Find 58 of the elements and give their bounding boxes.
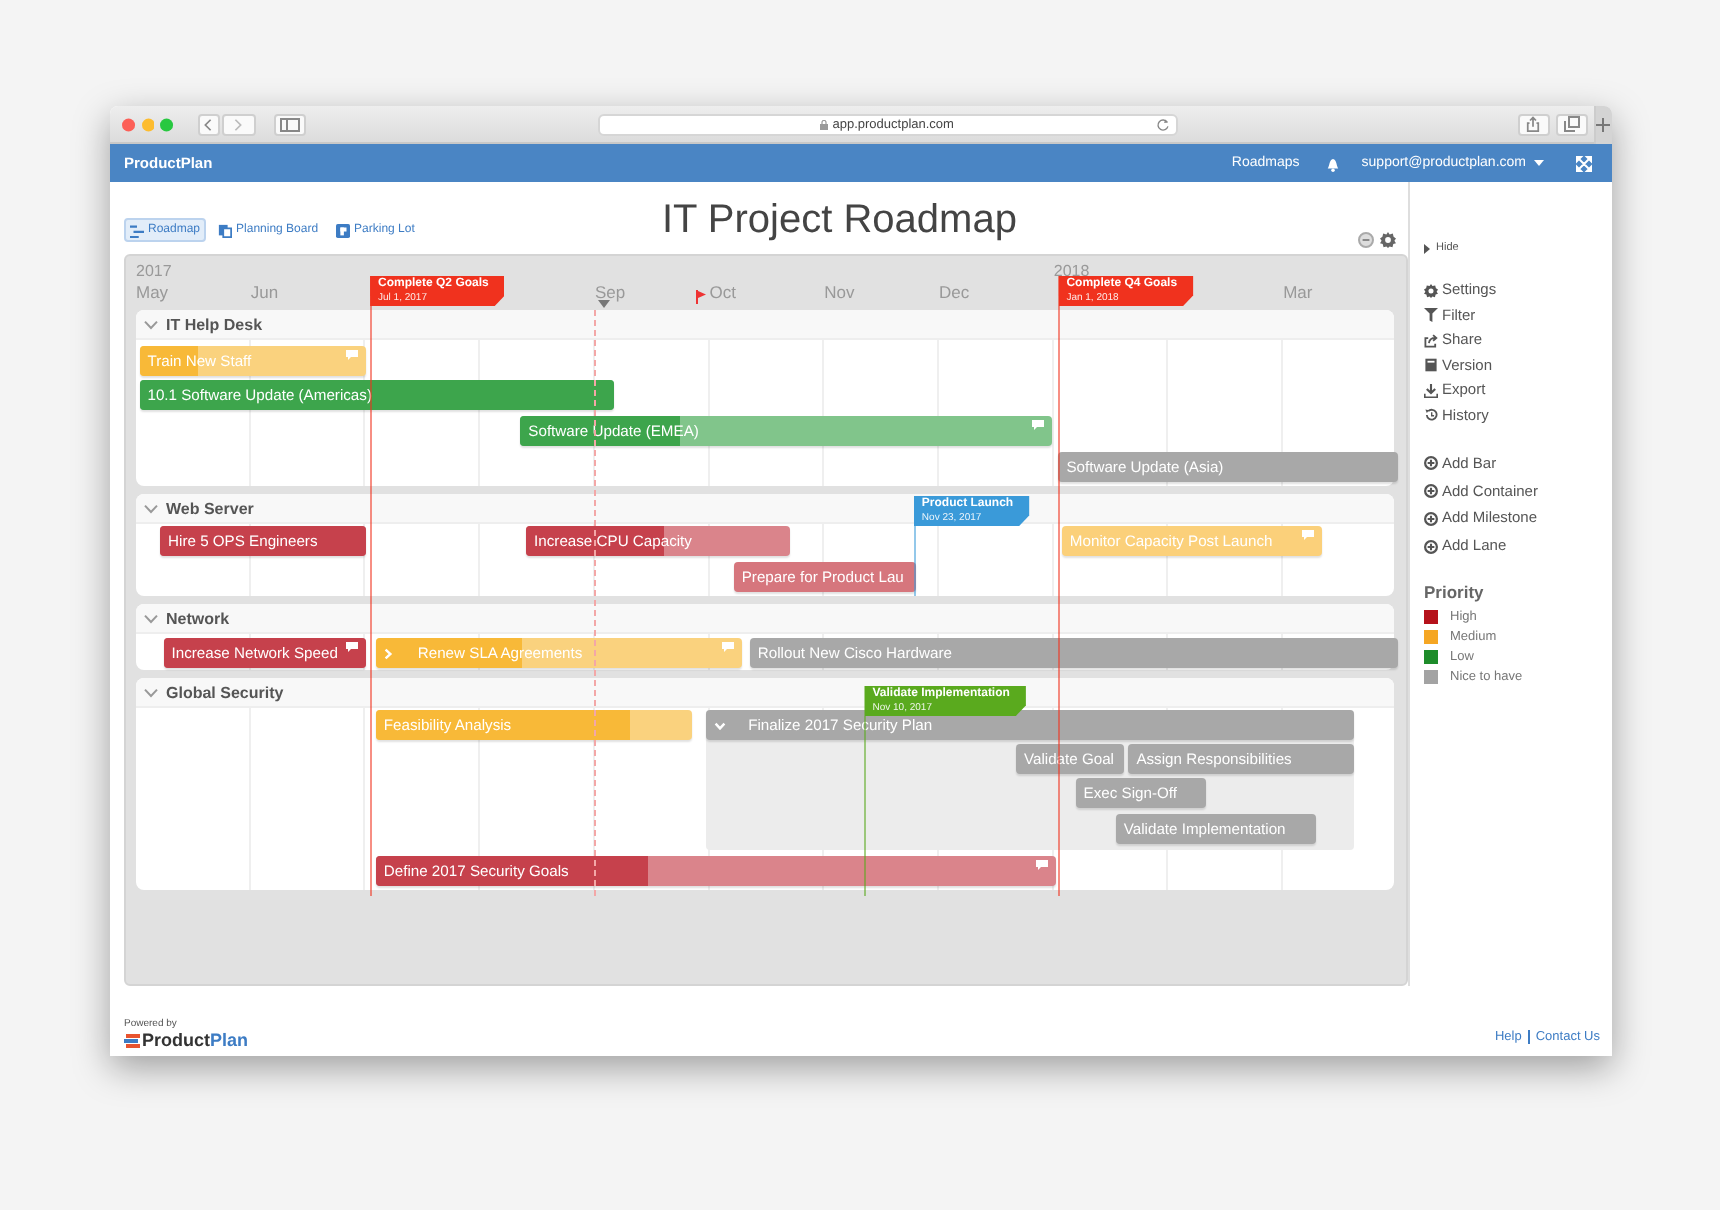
month-label: Jun: [250, 282, 279, 304]
tabs-icon[interactable]: [1563, 116, 1580, 132]
milestone-line: [913, 526, 916, 596]
filter-icon[interactable]: [1424, 308, 1438, 323]
lane-name: Network: [166, 609, 230, 627]
chevron-down-icon[interactable]: [144, 319, 158, 329]
sidebar-button[interactable]: [273, 113, 306, 135]
pages-icon[interactable]: [218, 223, 233, 237]
lane-name: Web Server: [166, 499, 254, 517]
chevron-down-icon[interactable]: [144, 613, 158, 623]
plus-circle-icon[interactable]: [1424, 484, 1438, 499]
document-icon[interactable]: [1424, 358, 1438, 373]
lane-name: IT Help Desk: [166, 315, 263, 333]
plus-circle-icon[interactable]: [1424, 456, 1438, 471]
year-label: 2017: [136, 260, 172, 282]
settings-icon[interactable]: [1380, 232, 1396, 248]
triangle-icon[interactable]: [1424, 243, 1430, 253]
roadmap-title: IT Project Roadmap: [659, 196, 1019, 244]
month-label: Oct: [709, 282, 737, 304]
share-button[interactable]: [1517, 113, 1550, 135]
bell-icon[interactable]: [1325, 155, 1340, 171]
chevron-down-icon[interactable]: [144, 503, 158, 513]
zoom-button[interactable]: [160, 117, 174, 131]
square-icon[interactable]: [336, 223, 351, 237]
share-icon[interactable]: [1424, 333, 1438, 348]
legend-title: Priority: [1424, 582, 1486, 603]
tabs-button[interactable]: [1555, 113, 1588, 135]
share-icon[interactable]: [1526, 116, 1541, 132]
month-label: Nov: [824, 282, 855, 304]
caret-icon[interactable]: [1534, 160, 1544, 166]
month-label: Mar: [1283, 282, 1313, 304]
back-button[interactable]: [197, 113, 220, 135]
chevron-left-icon[interactable]: [202, 117, 215, 131]
download-icon[interactable]: [1424, 383, 1438, 398]
gear-icon[interactable]: [1424, 283, 1438, 297]
history-icon[interactable]: [1424, 408, 1438, 423]
flag-icon: [695, 290, 706, 304]
logo-icon: [124, 1033, 140, 1047]
plus-circle-icon[interactable]: [1424, 539, 1438, 554]
zoom-out-icon[interactable]: [1358, 232, 1374, 248]
chevron-down-icon[interactable]: [144, 687, 158, 697]
month-label: Sep: [594, 282, 626, 304]
logo-text: ProductPlan: [142, 1030, 249, 1050]
plus-icon[interactable]: [1596, 117, 1611, 131]
month-label: May: [136, 282, 169, 304]
new-tab-button[interactable]: [1593, 106, 1612, 143]
reload-icon[interactable]: [1155, 117, 1170, 131]
close-button[interactable]: [122, 117, 136, 131]
year-label: 2018: [1053, 260, 1090, 280]
triangle-marker-icon: [598, 300, 611, 308]
chevron-right-icon[interactable]: [232, 117, 245, 131]
sidebar-icon[interactable]: [279, 117, 300, 131]
list-icon[interactable]: [130, 223, 144, 237]
month-label: Dec: [939, 282, 970, 304]
plus-circle-icon[interactable]: [1424, 511, 1438, 526]
lane-name: Global Security: [166, 683, 284, 701]
lock-icon: [820, 119, 829, 129]
fullscreen-icon[interactable]: [1576, 155, 1592, 171]
